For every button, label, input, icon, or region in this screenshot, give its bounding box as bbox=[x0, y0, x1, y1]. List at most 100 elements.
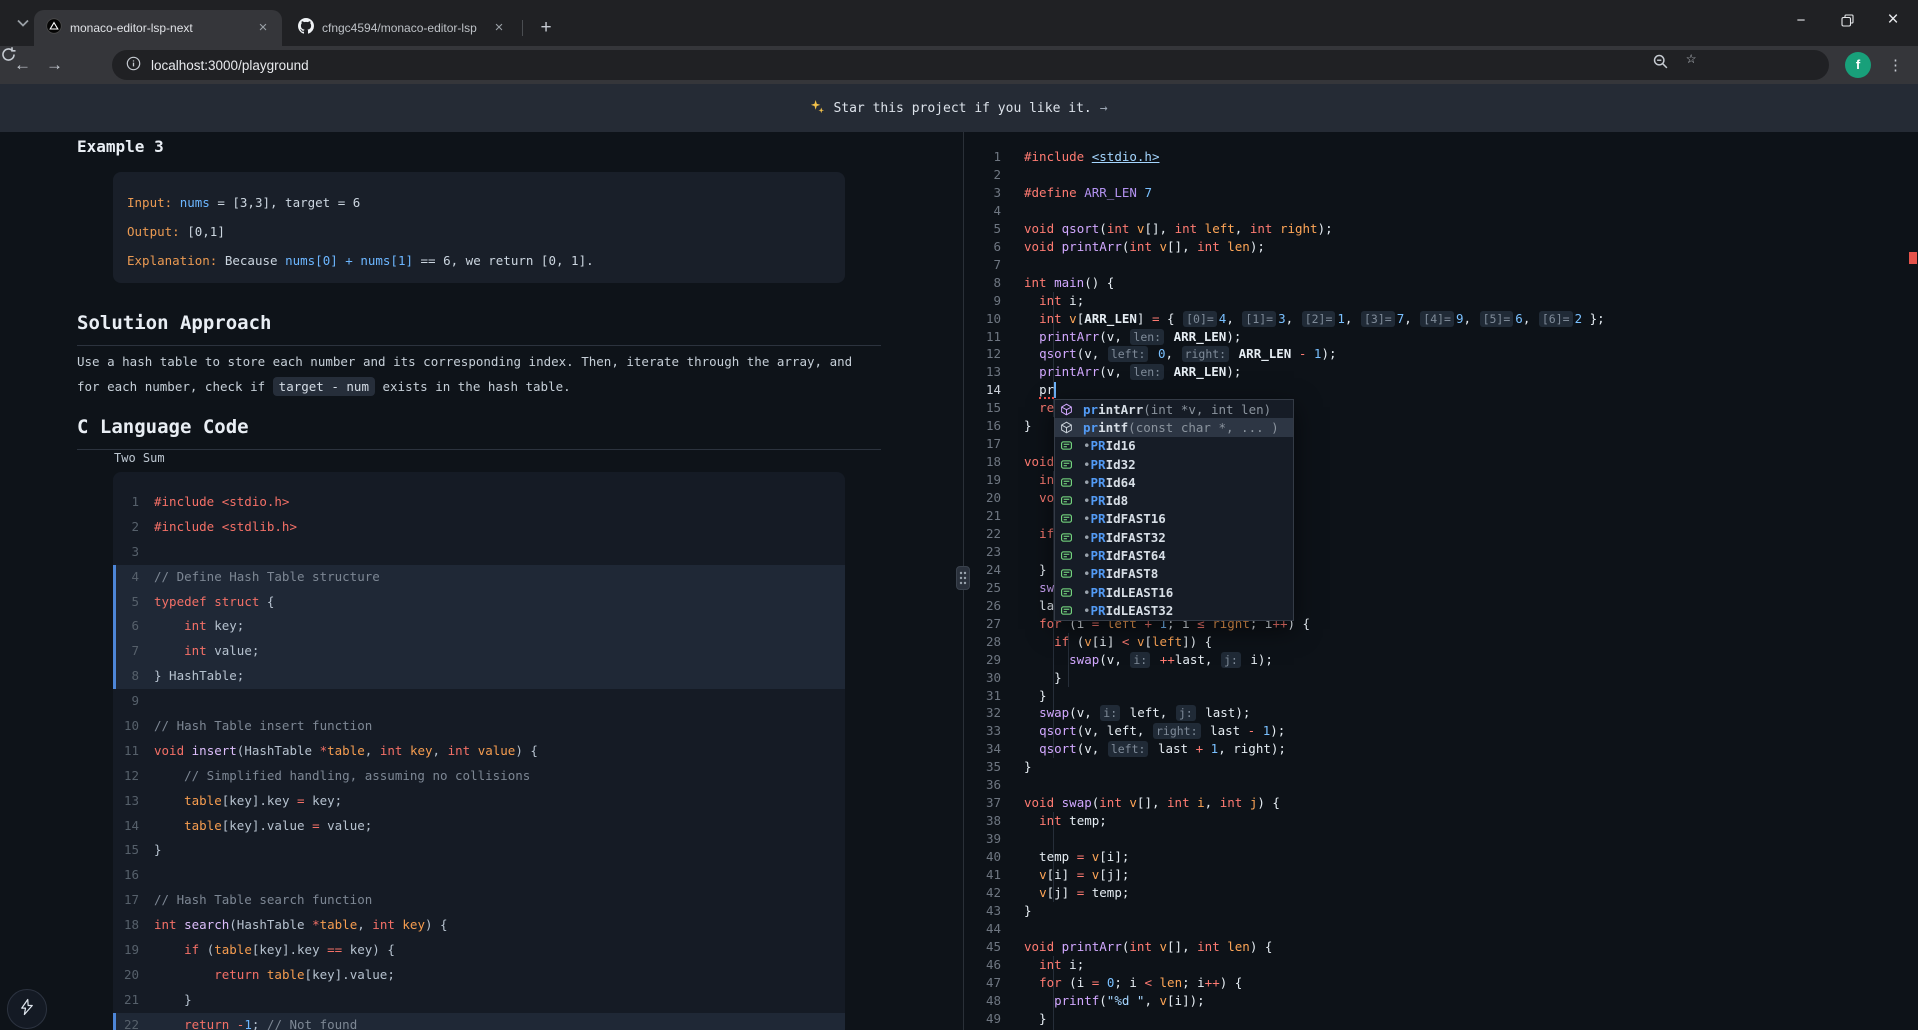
line-number: 12 bbox=[964, 345, 1001, 363]
function-icon bbox=[1060, 421, 1078, 434]
editor-line[interactable]: 6void printArr(int v[], int len); bbox=[964, 238, 1918, 256]
line-number: 2 bbox=[964, 166, 1001, 184]
line-number: 44 bbox=[964, 920, 1001, 938]
doc-code-line: 18int search(HashTable *table, int key) … bbox=[113, 913, 845, 938]
window-restore-button[interactable] bbox=[1824, 0, 1870, 40]
editor-line[interactable]: 14 pr bbox=[964, 381, 1918, 399]
editor-line[interactable]: 41 v[i] = v[j]; bbox=[964, 866, 1918, 884]
editor-line[interactable]: 47 for (i = 0; i < len; i++) { bbox=[964, 974, 1918, 992]
doc-code-line: 16 bbox=[113, 863, 845, 888]
banner-text: Star this project if you like it. bbox=[833, 101, 1091, 116]
url-text[interactable]: localhost:3000/playground bbox=[151, 58, 1829, 73]
tab-close-icon[interactable]: × bbox=[490, 19, 508, 37]
suggestion-item-pridfast32[interactable]: •PRIdFAST32 bbox=[1055, 528, 1293, 546]
monaco-editor[interactable]: 1#include <stdio.h>23#define ARR_LEN 745… bbox=[963, 132, 1918, 1030]
suggestion-item-pridfast16[interactable]: •PRIdFAST16 bbox=[1055, 510, 1293, 528]
editor-line[interactable]: 37void swap(int v[], int i, int j) { bbox=[964, 794, 1918, 812]
editor-line[interactable]: 1#include <stdio.h> bbox=[964, 148, 1918, 166]
editor-line[interactable]: 8int main() { bbox=[964, 274, 1918, 292]
back-button[interactable]: ← bbox=[14, 55, 31, 75]
zoom-icon[interactable] bbox=[1652, 53, 1669, 74]
editor-line[interactable]: 43} bbox=[964, 902, 1918, 920]
line-number: 26 bbox=[964, 597, 1001, 615]
line-number: 29 bbox=[964, 651, 1001, 669]
suggestion-item-prid8[interactable]: •PRId8 bbox=[1055, 491, 1293, 509]
editor-line[interactable]: 34 qsort(v, left: last + 1, right); bbox=[964, 740, 1918, 758]
editor-line[interactable]: 30 } bbox=[964, 669, 1918, 687]
editor-line[interactable]: 45void printArr(int v[], int len) { bbox=[964, 938, 1918, 956]
editor-line[interactable]: 49 } bbox=[964, 1010, 1918, 1028]
line-number: 22 bbox=[964, 525, 1001, 543]
macro-icon bbox=[1060, 531, 1078, 544]
editor-line[interactable]: 33 qsort(v, left, right: last - 1); bbox=[964, 722, 1918, 740]
suggestion-item-pridleast32[interactable]: •PRIdLEAST32 bbox=[1055, 601, 1293, 619]
editor-line[interactable]: 46 int i; bbox=[964, 956, 1918, 974]
browser-menu-icon[interactable]: ⋮ bbox=[1888, 52, 1903, 78]
suggestion-item-pridleast16[interactable]: •PRIdLEAST16 bbox=[1055, 583, 1293, 601]
suggestion-item-prid64[interactable]: •PRId64 bbox=[1055, 473, 1293, 491]
macro-icon bbox=[1060, 512, 1078, 525]
editor-line[interactable]: 13 printArr(v, len: ARR_LEN); bbox=[964, 363, 1918, 381]
editor-line[interactable]: 9 int i; bbox=[964, 292, 1918, 310]
profile-avatar[interactable]: f bbox=[1845, 52, 1871, 78]
line-number: 38 bbox=[964, 812, 1001, 830]
line-number: 17 bbox=[964, 435, 1001, 453]
editor-line[interactable]: 3#define ARR_LEN 7 bbox=[964, 184, 1918, 202]
tab-close-icon[interactable]: × bbox=[254, 19, 272, 37]
star-project-banner[interactable]: Star this project if you like it. → bbox=[0, 84, 1918, 132]
editor-line[interactable]: 38 int temp; bbox=[964, 812, 1918, 830]
editor-line[interactable]: 42 v[j] = temp; bbox=[964, 884, 1918, 902]
suggestion-item-prid32[interactable]: •PRId32 bbox=[1055, 455, 1293, 473]
suggestion-item-printarr[interactable]: printArr(int *v, int len) bbox=[1055, 400, 1293, 418]
editor-line[interactable]: 10 int v[ARR_LEN] = { [0]=4, [1]=3, [2]=… bbox=[964, 310, 1918, 328]
editor-line[interactable]: 7 bbox=[964, 256, 1918, 274]
doc-code-line: 13 table[key].key = key; bbox=[113, 789, 845, 814]
editor-line[interactable]: 12 qsort(v, left: 0, right: ARR_LEN - 1)… bbox=[964, 345, 1918, 363]
editor-line[interactable]: 48 printf("%d ", v[i]); bbox=[964, 992, 1918, 1010]
doc-code-line: 9 bbox=[113, 689, 845, 714]
problem-description-panel: Example 3 Input: nums = [3,3], target = … bbox=[0, 132, 963, 1030]
new-tab-button[interactable]: + bbox=[532, 14, 560, 42]
tab-separator bbox=[522, 20, 523, 36]
lightning-icon bbox=[18, 998, 36, 1020]
editor-line[interactable]: 31 } bbox=[964, 687, 1918, 705]
editor-line[interactable]: 28 if (v[i] < v[left]) { bbox=[964, 633, 1918, 651]
quick-actions-button[interactable] bbox=[7, 989, 47, 1029]
editor-line[interactable]: 2 bbox=[964, 166, 1918, 184]
tab-monaco-editor-lsp-next[interactable]: monaco-editor-lsp-next × bbox=[34, 10, 282, 46]
doc-code-line: 10// Hash Table insert function bbox=[113, 714, 845, 739]
editor-line[interactable]: 40 temp = v[i]; bbox=[964, 848, 1918, 866]
autocomplete-popup[interactable]: printArr(int *v, int len)printf(const ch… bbox=[1054, 399, 1294, 621]
forward-button[interactable]: → bbox=[46, 55, 63, 75]
suggestion-item-printf[interactable]: printf(const char *, ... ) bbox=[1055, 418, 1293, 436]
window-close-button[interactable]: × bbox=[1870, 0, 1916, 40]
editor-line[interactable]: 29 swap(v, i: ++last, j: i); bbox=[964, 651, 1918, 669]
address-bar[interactable]: localhost:3000/playground bbox=[112, 50, 1829, 80]
tab-search-chevron-icon[interactable] bbox=[10, 12, 36, 34]
line-number: 19 bbox=[964, 471, 1001, 489]
bookmark-star-icon[interactable]: ☆ bbox=[1686, 48, 1696, 68]
editor-line[interactable]: 39 bbox=[964, 830, 1918, 848]
tab-github-repo[interactable]: cfngc4594/monaco-editor-lsp × bbox=[286, 10, 518, 46]
panel-resize-handle[interactable] bbox=[956, 566, 970, 590]
site-info-icon[interactable] bbox=[126, 56, 141, 75]
line-number: 18 bbox=[964, 453, 1001, 471]
editor-line[interactable]: 35} bbox=[964, 758, 1918, 776]
editor-line[interactable]: 5void qsort(int v[], int left, int right… bbox=[964, 220, 1918, 238]
suggestion-item-pridfast64[interactable]: •PRIdFAST64 bbox=[1055, 546, 1293, 564]
c-language-code-heading: C Language Code bbox=[77, 416, 249, 438]
line-number: 39 bbox=[964, 830, 1001, 848]
editor-line[interactable]: 4 bbox=[964, 202, 1918, 220]
window-minimize-button[interactable]: − bbox=[1778, 0, 1824, 40]
editor-line[interactable]: 44 bbox=[964, 920, 1918, 938]
editor-line[interactable]: 11 printArr(v, len: ARR_LEN); bbox=[964, 328, 1918, 346]
suggestion-item-pridfast8[interactable]: •PRIdFAST8 bbox=[1055, 565, 1293, 583]
scrollbar-error-marker bbox=[1909, 252, 1917, 264]
editor-line[interactable]: 32 swap(v, i: left, j: last); bbox=[964, 704, 1918, 722]
line-number: 6 bbox=[964, 238, 1001, 256]
line-number: 30 bbox=[964, 669, 1001, 687]
suggestion-item-prid16[interactable]: •PRId16 bbox=[1055, 437, 1293, 455]
line-number: 13 bbox=[964, 363, 1001, 381]
editor-line[interactable]: 36 bbox=[964, 776, 1918, 794]
example-heading: Example 3 bbox=[77, 137, 164, 156]
